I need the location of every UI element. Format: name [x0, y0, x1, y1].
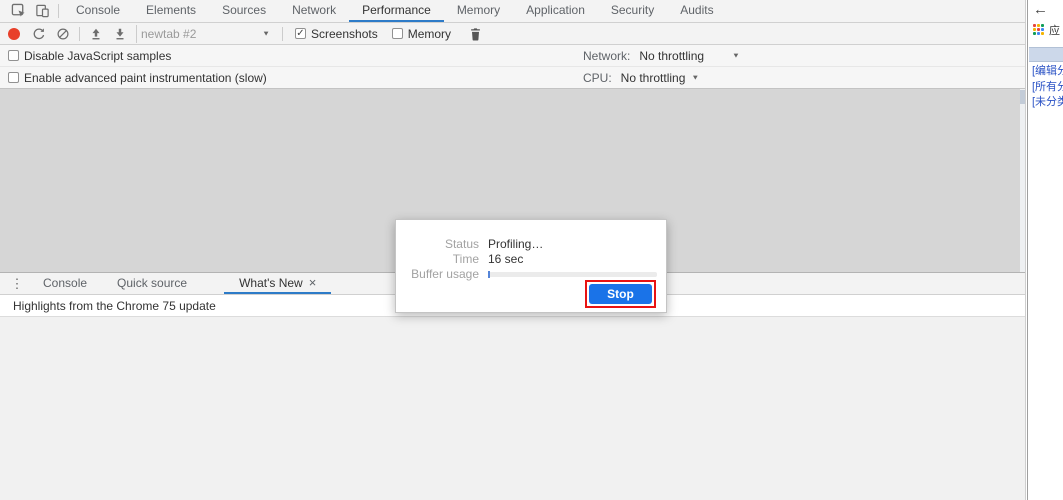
status-value: Profiling…	[488, 236, 544, 251]
apps-grid-icon[interactable]	[1033, 24, 1045, 36]
chevron-down-icon[interactable]: ▼	[691, 74, 699, 82]
tab-sources[interactable]: Sources	[209, 0, 279, 22]
apps-row: 应	[1033, 22, 1060, 38]
drawer-rest	[0, 317, 1025, 500]
checkbox-unchecked-icon	[8, 50, 19, 61]
tab-network[interactable]: Network	[279, 0, 349, 22]
network-throttling: Network: No throttling ▼	[583, 49, 740, 63]
whats-new-heading: Highlights from the Chrome 75 update	[13, 298, 216, 313]
buffer-usage-label: Buffer usage	[411, 266, 479, 281]
checkbox-unchecked-icon	[391, 28, 403, 39]
back-arrow-icon[interactable]: ←	[1033, 1, 1048, 18]
drawer-tab-quick-source[interactable]: Quick source	[102, 273, 202, 294]
tab-security[interactable]: Security	[598, 0, 667, 22]
divider	[58, 4, 59, 18]
bookmarks-header-bar	[1029, 47, 1063, 62]
performance-panel-area: Status Profiling… Time 16 sec Buffer usa…	[0, 89, 1025, 313]
cpu-throttling: CPU: No throttling ▼	[583, 71, 699, 85]
status-row: Status Profiling…	[396, 236, 666, 251]
session-selector[interactable]: newtab #2 ▼	[136, 24, 274, 43]
devtools-tabbar: Console Elements Sources Network Perform…	[0, 0, 1025, 23]
link-all-categories[interactable]: [所有分	[1032, 80, 1063, 96]
time-label: Time	[452, 251, 479, 266]
chevron-down-icon: ▼	[262, 29, 270, 38]
apps-label: 应	[1049, 25, 1060, 37]
options-row-cpu: Enable advanced paint instrumentation (s…	[0, 67, 1025, 89]
tab-console[interactable]: Console	[63, 0, 133, 22]
screenshots-checkbox[interactable]: ✓ Screenshots	[295, 27, 378, 41]
clear-icon[interactable]	[51, 24, 75, 44]
bookmark-links: [编辑分 [所有分 [未分类	[1032, 64, 1063, 111]
memory-label: Memory	[407, 26, 452, 41]
stop-button-highlight: Stop	[585, 280, 656, 308]
buffer-usage-row: Buffer usage	[396, 266, 666, 281]
background-browser-window: ← 应 [编辑分 [所有分 [未分类	[1027, 0, 1063, 500]
disable-js-samples-label: Disable JavaScript samples	[24, 48, 172, 63]
performance-toolbar: newtab #2 ▼ ✓ Screenshots Memory	[0, 23, 1025, 45]
tab-memory[interactable]: Memory	[444, 0, 513, 22]
trash-icon[interactable]	[463, 24, 487, 44]
network-label: Network:	[583, 48, 631, 63]
cpu-label: CPU:	[583, 70, 612, 85]
drawer-tab-console[interactable]: Console	[28, 273, 102, 294]
drawer-tab-quick-source-label: Quick source	[117, 275, 188, 290]
drawer-tab-console-label: Console	[43, 275, 88, 290]
devtools-window: Console Elements Sources Network Perform…	[0, 0, 1026, 500]
cpu-throttling-select[interactable]: No throttling	[621, 71, 686, 85]
advanced-paint-checkbox[interactable]: Enable advanced paint instrumentation (s…	[8, 71, 267, 85]
checkbox-unchecked-icon	[8, 72, 19, 83]
tab-audits[interactable]: Audits	[667, 0, 726, 22]
link-edit-category[interactable]: [编辑分	[1032, 64, 1063, 80]
chevron-down-icon[interactable]: ▼	[732, 52, 740, 60]
drawer-tab-whats-new-label: What's New	[239, 275, 303, 290]
scrollbar[interactable]	[1020, 89, 1025, 272]
buffer-usage-bar	[488, 270, 657, 278]
options-row-network: Disable JavaScript samples Network: No t…	[0, 45, 1025, 67]
disable-js-samples-checkbox[interactable]: Disable JavaScript samples	[8, 49, 171, 63]
profiling-dialog: Status Profiling… Time 16 sec Buffer usa…	[395, 219, 667, 313]
link-uncategorized[interactable]: [未分类	[1032, 95, 1063, 111]
save-profile-icon[interactable]	[108, 24, 132, 44]
screen: Console Elements Sources Network Perform…	[0, 0, 1063, 500]
time-row: Time 16 sec	[396, 251, 666, 266]
tab-elements[interactable]: Elements	[133, 0, 209, 22]
tab-performance[interactable]: Performance	[349, 0, 444, 22]
tab-application[interactable]: Application	[513, 0, 598, 22]
memory-checkbox[interactable]: Memory	[391, 26, 452, 41]
record-button[interactable]	[8, 27, 20, 40]
more-options-icon[interactable]: ⋮	[6, 273, 28, 294]
divider	[282, 26, 283, 41]
close-icon[interactable]: ×	[309, 276, 317, 289]
stop-button[interactable]: Stop	[589, 284, 652, 304]
load-profile-icon[interactable]	[84, 24, 108, 44]
inspect-element-icon[interactable]	[6, 0, 30, 20]
screenshots-label: Screenshots	[311, 26, 378, 41]
session-selector-value: newtab #2	[141, 26, 197, 41]
device-toolbar-icon[interactable]	[30, 0, 54, 20]
buffer-usage-fill	[488, 270, 490, 278]
network-throttling-select[interactable]: No throttling	[639, 49, 704, 63]
advanced-paint-label: Enable advanced paint instrumentation (s…	[24, 70, 267, 85]
checkbox-checked-icon: ✓	[295, 28, 306, 39]
time-value: 16 sec	[488, 251, 524, 266]
drawer-tab-whats-new[interactable]: What's New ×	[224, 273, 332, 294]
reload-icon[interactable]	[27, 24, 51, 44]
divider	[79, 26, 80, 41]
status-label: Status	[444, 236, 479, 251]
scrollbar-thumb[interactable]	[1020, 90, 1025, 104]
